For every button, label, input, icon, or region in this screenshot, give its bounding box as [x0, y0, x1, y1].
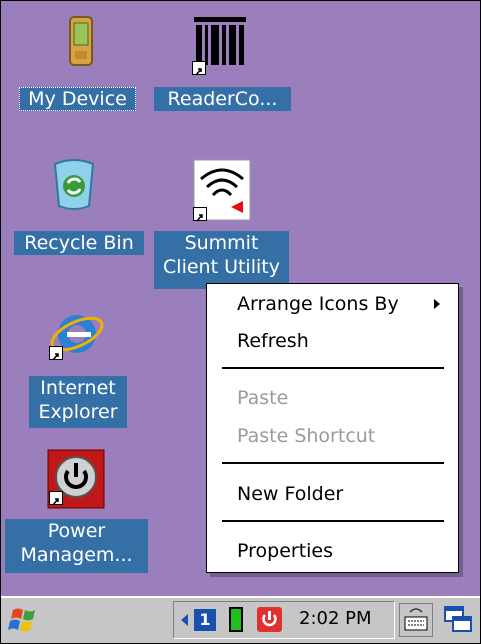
label-line: Client Utility [163, 256, 280, 278]
label-line: Power [47, 520, 106, 542]
menu-separator [222, 462, 444, 464]
keyboard-icon[interactable] [399, 603, 433, 637]
shortcut-arrow-icon [49, 346, 63, 361]
pda-device-icon[interactable] [57, 13, 105, 66]
icon-label-internet-explorer[interactable]: Internet Explorer [29, 376, 127, 428]
icon-label-power-management[interactable]: Power Managem... [5, 519, 148, 573]
menu-item-properties[interactable]: Properties [237, 536, 333, 566]
windows-flag-icon [8, 608, 35, 632]
window-switch-icon[interactable] [441, 603, 475, 637]
menu-item-paste[interactable]: Paste [237, 383, 288, 413]
menu-item-arrange-icons-by[interactable]: Arrange Icons By [237, 289, 452, 319]
clock[interactable]: 2:02 PM [299, 608, 372, 629]
menu-item-label: Arrange Icons By [237, 293, 399, 315]
battery-icon[interactable] [229, 607, 243, 632]
menu-separator [222, 520, 444, 522]
submenu-arrow-icon [434, 299, 440, 309]
taskbar: 1 2:02 PM [1, 596, 480, 643]
label-line: Internet [40, 377, 116, 399]
desktop-context-menu: Arrange Icons By Refresh Paste Paste Sho… [206, 283, 459, 573]
menu-item-refresh[interactable]: Refresh [237, 326, 309, 356]
recycle-bin-icon[interactable] [49, 156, 97, 210]
internet-explorer-icon[interactable] [47, 306, 104, 361]
system-tray: 1 2:02 PM [173, 601, 395, 639]
icon-label-my-device[interactable]: My Device [19, 87, 136, 111]
desktop[interactable]: My Device ReaderCo... Recycle Bin Summit… [1, 1, 480, 596]
power-tray-icon[interactable] [257, 607, 282, 632]
label-line: Managem... [20, 544, 133, 566]
menu-item-paste-shortcut[interactable]: Paste Shortcut [237, 421, 375, 451]
barcode-reader-icon[interactable] [192, 15, 246, 76]
shortcut-arrow-icon [193, 207, 207, 222]
shortcut-arrow-icon [192, 61, 206, 76]
label-line: Explorer [38, 401, 118, 423]
menu-separator [222, 367, 444, 369]
arrow-left-icon[interactable] [181, 614, 188, 626]
power-icon[interactable] [47, 449, 105, 509]
menu-item-new-folder[interactable]: New Folder [237, 479, 343, 509]
icon-label-recycle-bin[interactable]: Recycle Bin [14, 231, 144, 255]
screen: My Device ReaderCo... Recycle Bin Summit… [0, 0, 481, 644]
label-line: Summit [184, 232, 259, 254]
desktop-1-icon[interactable]: 1 [194, 609, 216, 631]
icon-label-readerco[interactable]: ReaderCo... [154, 87, 291, 111]
icon-label-summit[interactable]: Summit Client Utility [154, 231, 289, 289]
shortcut-arrow-icon [49, 491, 63, 506]
wireless-utility-icon[interactable] [193, 159, 251, 222]
start-button[interactable] [5, 602, 47, 638]
